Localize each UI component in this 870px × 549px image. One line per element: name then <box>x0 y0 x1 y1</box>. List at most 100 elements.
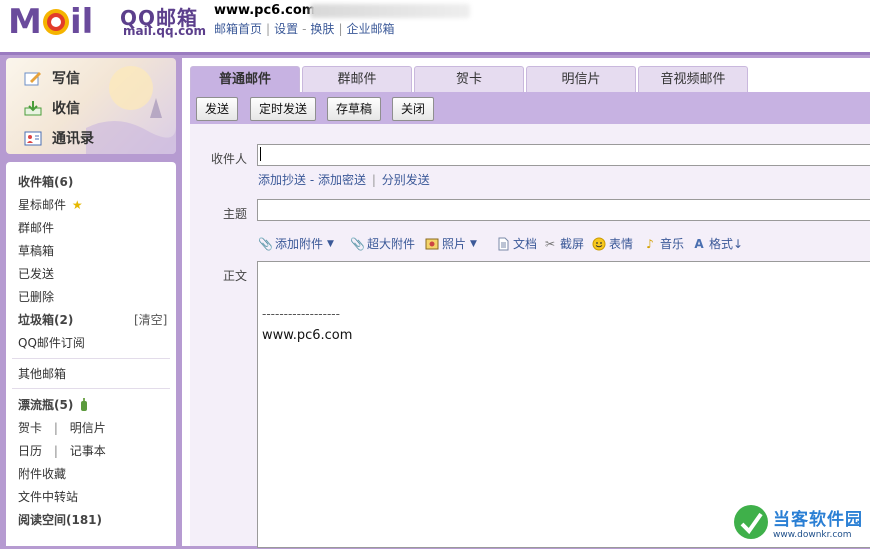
greeting-links: 贺卡 | 明信片 <box>18 419 106 436</box>
sep: | <box>53 444 58 458</box>
link-settings[interactable]: 设置 <box>274 22 298 36</box>
folder-calendar[interactable]: 日历 <box>18 444 42 458</box>
music-button[interactable]: ♪ 音乐 <box>643 235 684 252</box>
document-label: 文档 <box>513 237 538 251</box>
sep: - <box>302 22 307 36</box>
contacts-button[interactable]: 通讯录 <box>24 128 94 148</box>
folder-sent[interactable]: 已发送 <box>18 265 54 282</box>
tab-group-mail[interactable]: 群邮件 <box>302 66 412 93</box>
text-cursor <box>260 147 261 161</box>
folder-group[interactable]: 群邮件 <box>18 219 54 236</box>
dropdown-arrow-icon[interactable]: ▼ <box>327 239 334 249</box>
compose-button[interactable]: 写信 <box>24 68 80 88</box>
big-attachment-label: 超大附件 <box>367 237 416 251</box>
logo-o-eye <box>51 17 61 27</box>
logo-letters-il: il <box>70 2 93 40</box>
sep: | <box>371 173 376 187</box>
add-attachment-button[interactable]: 📎 添加附件 ▼ <box>258 235 334 252</box>
cc-links: 添加抄送 - 添加密送 | 分别发送 <box>258 171 430 188</box>
compose-icon <box>24 70 42 86</box>
redacted-email <box>310 4 470 18</box>
body-label: 正文 <box>223 269 248 283</box>
folder-file-transfer[interactable]: 文件中转站 <box>18 488 78 505</box>
add-attachment-label: 添加附件 <box>275 237 324 251</box>
compose-label: 写信 <box>52 71 80 87</box>
folder-junk[interactable]: 垃圾箱(2) <box>18 311 73 328</box>
tab-greeting-card[interactable]: 贺卡 <box>414 66 524 93</box>
qq-mail-logo[interactable]: M il <box>8 2 118 42</box>
junk-clear-button[interactable]: [清空] <box>134 311 167 328</box>
sidebar-bg-art <box>86 66 176 154</box>
folder-drift-bottle[interactable]: 漂流瓶(5) <box>18 396 88 414</box>
scissors-icon: ✂ <box>544 236 556 251</box>
folder-reading-space[interactable]: 阅读空间(181) <box>18 511 102 528</box>
sidebar-actions: 写信 收信 通讯录 <box>6 58 176 154</box>
photo-label: 照片 <box>442 237 467 251</box>
folder-postcard[interactable]: 明信片 <box>70 421 106 435</box>
divider <box>12 358 170 359</box>
brand-domain: mail.qq.com <box>123 24 206 38</box>
watermark-name: 当客软件园 <box>773 509 863 530</box>
account-name: www.pc6.com <box>214 3 316 18</box>
photo-icon <box>425 237 439 251</box>
link-mail-home[interactable]: 邮箱首页 <box>214 22 262 36</box>
watermark-url: www.downkr.com <box>773 529 852 540</box>
folder-drift-bottle-label: 漂流瓶(5) <box>18 398 74 412</box>
to-input[interactable] <box>257 144 870 166</box>
send-button[interactable]: 发送 <box>196 97 239 121</box>
sep: - <box>309 173 315 187</box>
format-label: 格式↓ <box>709 237 744 251</box>
folder-subscriptions[interactable]: QQ邮件订阅 <box>18 334 85 351</box>
close-button[interactable]: 关闭 <box>392 97 435 121</box>
add-bcc-link[interactable]: 添加密送 <box>318 173 366 187</box>
contacts-icon <box>24 130 42 146</box>
folder-notebook[interactable]: 记事本 <box>70 444 106 458</box>
link-enterprise-mail[interactable]: 企业邮箱 <box>346 22 394 36</box>
bottle-icon <box>80 397 88 414</box>
divider <box>12 388 170 389</box>
format-button[interactable]: A 格式↓ <box>692 235 743 252</box>
folder-starred-label: 星标邮件 <box>18 198 67 212</box>
screenshot-label: 截屏 <box>560 237 585 251</box>
sep: | <box>338 22 343 36</box>
document-icon <box>496 237 510 251</box>
gold-paperclip-icon: 📎 <box>350 236 365 251</box>
save-draft-button[interactable]: 存草稿 <box>327 97 382 121</box>
sep: | <box>53 421 58 435</box>
music-note-icon: ♪ <box>646 236 654 251</box>
subject-input[interactable] <box>257 199 870 221</box>
photo-button[interactable]: 照片 ▼ <box>425 235 477 252</box>
emoji-label: 表情 <box>609 237 634 251</box>
link-skin[interactable]: 换肤 <box>310 22 334 36</box>
emoji-button[interactable]: 表情 <box>592 235 633 252</box>
site-watermark: 当客软件园 www.downkr.com <box>733 498 870 546</box>
separate-send-link[interactable]: 分别发送 <box>382 173 430 187</box>
folder-other-mailboxes[interactable]: 其他邮箱 <box>18 365 66 382</box>
signature-text: www.pc6.com <box>262 328 353 343</box>
folder-starred[interactable]: 星标邮件 ★ <box>18 196 83 213</box>
inbox-button[interactable]: 收信 <box>24 98 80 118</box>
watermark-logo-icon <box>734 505 768 539</box>
tab-av-mail[interactable]: 音视频邮件 <box>638 66 748 93</box>
tab-normal-mail[interactable]: 普通邮件 <box>190 66 300 93</box>
add-cc-link[interactable]: 添加抄送 <box>258 173 306 187</box>
contacts-label: 通讯录 <box>52 131 94 147</box>
scheduled-send-button[interactable]: 定时发送 <box>250 97 317 121</box>
document-button[interactable]: 文档 <box>496 235 537 252</box>
subject-label: 主题 <box>223 207 248 221</box>
top-links: 邮箱首页 | 设置 - 换肤 | 企业邮箱 <box>214 20 395 37</box>
sep: | <box>266 22 271 36</box>
calendar-links: 日历 | 记事本 <box>18 442 106 459</box>
dropdown-arrow-icon[interactable]: ▼ <box>470 239 477 249</box>
folder-deleted[interactable]: 已删除 <box>18 288 54 305</box>
folder-attachment-collection[interactable]: 附件收藏 <box>18 465 66 482</box>
folder-inbox[interactable]: 收件箱(6) <box>18 173 73 190</box>
to-label: 收件人 <box>211 152 248 166</box>
big-attachment-button[interactable]: 📎 超大附件 <box>350 235 415 252</box>
inbox-download-icon <box>24 100 42 116</box>
screenshot-button[interactable]: ✂ 截屏 <box>543 235 584 252</box>
tab-postcard[interactable]: 明信片 <box>526 66 636 93</box>
folder-greeting-card[interactable]: 贺卡 <box>18 421 42 435</box>
logo-letter-m: M <box>8 2 42 40</box>
folder-drafts[interactable]: 草稿箱 <box>18 242 54 259</box>
